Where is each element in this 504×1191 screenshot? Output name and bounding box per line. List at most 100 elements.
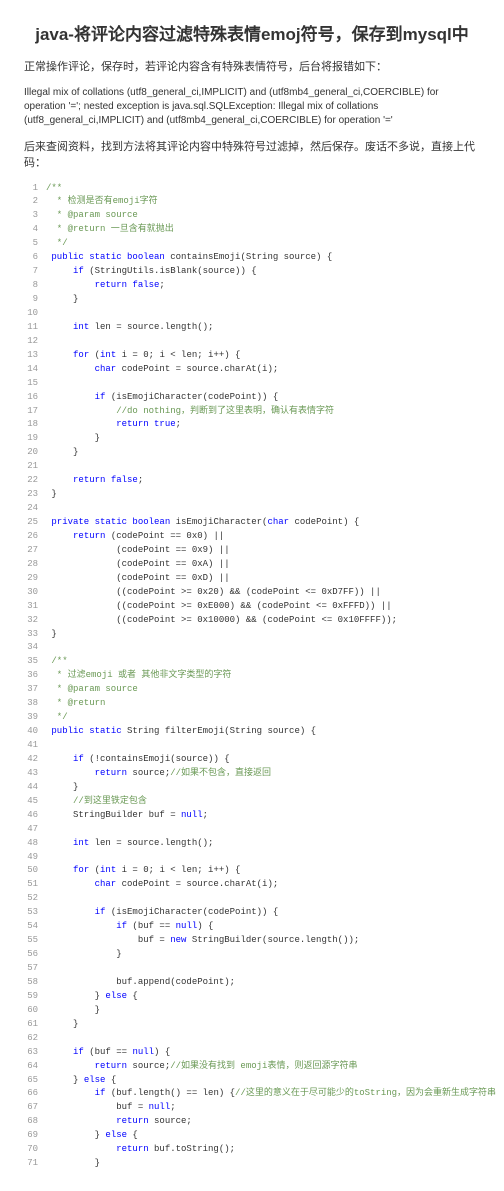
line-content: return buf.toString(); [46,1143,480,1157]
line-content: * @param source [46,209,480,223]
line-number: 65 [24,1074,46,1088]
code-line: 24 [24,502,480,516]
line-number: 22 [24,474,46,488]
line-content: } [46,488,480,502]
line-number: 68 [24,1115,46,1129]
code-line: 12 [24,335,480,349]
line-content [46,377,480,391]
line-number: 60 [24,1004,46,1018]
line-number: 42 [24,753,46,767]
line-number: 54 [24,920,46,934]
code-line: 64 return source;//如果没有找到 emoji表情，则返回源字符… [24,1060,480,1074]
line-content: * @return [46,697,480,711]
line-content: (codePoint == 0xA) || [46,558,480,572]
line-content: * @param source [46,683,480,697]
error-message: Illegal mix of collations (utf8_general_… [24,86,480,128]
code-line: 17 //do nothing，判断到了这里表明，确认有表情字符 [24,405,480,419]
line-number: 35 [24,655,46,669]
line-number: 50 [24,864,46,878]
line-number: 45 [24,795,46,809]
line-number: 15 [24,377,46,391]
line-number: 63 [24,1046,46,1060]
line-content: /** [46,655,480,669]
code-line: 59 } else { [24,990,480,1004]
code-block: 1/**2 * 检测是否有emoji字符3 * @param source4 *… [24,182,480,1172]
code-line: 13 for (int i = 0; i < len; i++) { [24,349,480,363]
code-line: 54 if (buf == null) { [24,920,480,934]
code-line: 49 [24,851,480,865]
line-number: 59 [24,990,46,1004]
line-number: 9 [24,293,46,307]
line-content: public static boolean containsEmoji(Stri… [46,251,480,265]
line-number: 28 [24,558,46,572]
code-line: 51 char codePoint = source.charAt(i); [24,878,480,892]
line-content: return false; [46,474,480,488]
line-content [46,307,480,321]
line-content [46,851,480,865]
line-number: 56 [24,948,46,962]
code-line: 38 * @return [24,697,480,711]
line-content: for (int i = 0; i < len; i++) { [46,349,480,363]
code-line: 57 [24,962,480,976]
line-content: } [46,446,480,460]
line-content: char codePoint = source.charAt(i); [46,878,480,892]
line-content: //do nothing，判断到了这里表明，确认有表情字符 [46,405,480,419]
line-number: 38 [24,697,46,711]
code-line: 30 ((codePoint >= 0x20) && (codePoint <=… [24,586,480,600]
code-line: 8 return false; [24,279,480,293]
code-line: 10 [24,307,480,321]
line-number: 47 [24,823,46,837]
line-number: 2 [24,195,46,209]
line-number: 1 [24,182,46,196]
line-content: * @return 一旦含有就抛出 [46,223,480,237]
code-line: 35 /** [24,655,480,669]
line-number: 20 [24,446,46,460]
code-line: 7 if (StringUtils.isBlank(source)) { [24,265,480,279]
code-line: 19 } [24,432,480,446]
code-line: 11 int len = source.length(); [24,321,480,335]
line-number: 27 [24,544,46,558]
line-content: buf = null; [46,1101,480,1115]
line-content: ((codePoint >= 0x20) && (codePoint <= 0x… [46,586,480,600]
line-number: 69 [24,1129,46,1143]
line-content: } [46,781,480,795]
line-content [46,892,480,906]
code-line: 44 } [24,781,480,795]
code-line: 6 public static boolean containsEmoji(St… [24,251,480,265]
line-number: 58 [24,976,46,990]
line-number: 16 [24,391,46,405]
line-content [46,962,480,976]
code-line: 4 * @return 一旦含有就抛出 [24,223,480,237]
code-line: 22 return false; [24,474,480,488]
code-line: 27 (codePoint == 0x9) || [24,544,480,558]
code-line: 5 */ [24,237,480,251]
line-content: return source; [46,1115,480,1129]
code-line: 15 [24,377,480,391]
line-number: 57 [24,962,46,976]
line-content: int len = source.length(); [46,837,480,851]
line-content: return true; [46,418,480,432]
line-content: } [46,1018,480,1032]
line-number: 14 [24,363,46,377]
code-line: 45 //到这里铁定包含 [24,795,480,809]
line-content: public static String filterEmoji(String … [46,725,480,739]
code-line: 48 int len = source.length(); [24,837,480,851]
line-content: buf = new StringBuilder(source.length())… [46,934,480,948]
line-number: 53 [24,906,46,920]
line-number: 61 [24,1018,46,1032]
code-line: 62 [24,1032,480,1046]
line-number: 7 [24,265,46,279]
line-number: 8 [24,279,46,293]
line-content: if (buf.length() == len) {//这里的意义在于尽可能少的… [46,1087,496,1101]
outro-text: 后来查阅资料，找到方法将其评论内容中特殊符号过滤掉，然后保存。废话不多说，直接上… [24,138,480,170]
code-line: 1/** [24,182,480,196]
line-content [46,502,480,516]
code-line: 26 return (codePoint == 0x0) || [24,530,480,544]
line-content: return source;//如果没有找到 emoji表情，则返回源字符串 [46,1060,480,1074]
line-content: //到这里铁定包含 [46,795,480,809]
code-line: 2 * 检测是否有emoji字符 [24,195,480,209]
page-title: java-将评论内容过滤特殊表情emoj符号，保存到mysql中 [24,20,480,45]
line-number: 30 [24,586,46,600]
line-content: } else { [46,990,480,1004]
code-line: 9 } [24,293,480,307]
